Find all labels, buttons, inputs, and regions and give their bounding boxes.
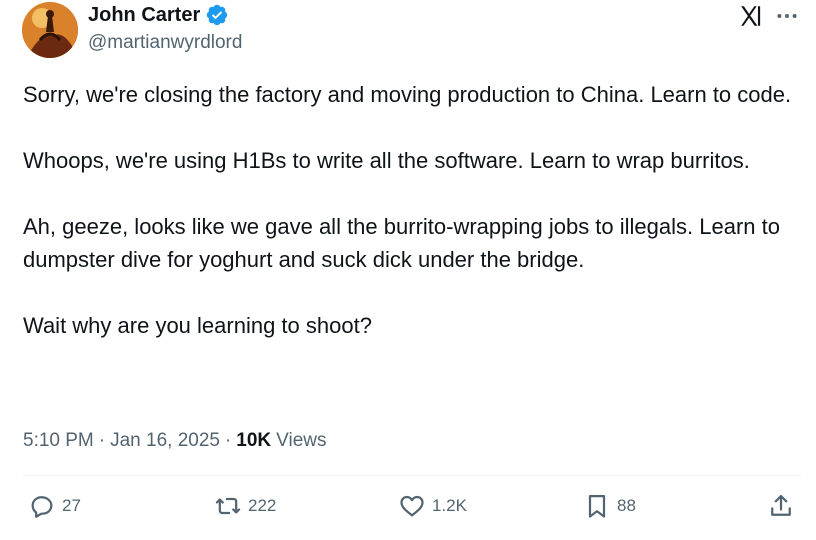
share-button[interactable] xyxy=(767,492,795,520)
avatar[interactable] xyxy=(22,2,78,58)
reply-icon xyxy=(31,496,53,518)
like-button[interactable]: 1.2K xyxy=(398,492,467,520)
tweet-time[interactable]: 5:10 PM xyxy=(23,430,94,452)
bookmark-count: 88 xyxy=(617,496,636,515)
like-count: 1.2K xyxy=(432,496,467,515)
author-handle[interactable]: @martianwyrdlord xyxy=(88,32,242,54)
tweet-date[interactable]: Jan 16, 2025 xyxy=(110,430,220,452)
action-bar: 27 222 1.2K 88 xyxy=(0,492,816,532)
reply-button[interactable]: 27 xyxy=(28,492,81,520)
bookmark-button[interactable]: 88 xyxy=(583,492,636,520)
tweet-text: Sorry, we're closing the factory and mov… xyxy=(23,78,813,342)
repost-icon xyxy=(215,497,241,515)
tweet-paragraph: Wait why are you learning to shoot? xyxy=(23,313,372,338)
views-label: Views xyxy=(276,430,327,451)
repost-count: 222 xyxy=(248,496,277,515)
repost-button[interactable]: 222 xyxy=(214,492,276,520)
meta-separator: · xyxy=(224,430,232,451)
divider xyxy=(23,475,801,476)
tweet-paragraph: Whoops, we're using H1Bs to write all th… xyxy=(23,148,750,173)
like-icon xyxy=(400,495,424,517)
verified-icon xyxy=(207,4,228,26)
author-name[interactable]: John Carter xyxy=(88,4,200,27)
tweet-paragraph: Ah, geeze, looks like we gave all the bu… xyxy=(23,214,780,272)
reply-count: 27 xyxy=(62,496,81,515)
tweet-paragraph: Sorry, we're closing the factory and mov… xyxy=(23,82,792,107)
tweet-meta: 5:10 PM · Jan 16, 2025 · 10K Views xyxy=(23,430,327,452)
author-name-row[interactable]: John Carter xyxy=(88,3,229,27)
more-icon[interactable] xyxy=(774,3,800,29)
share-icon xyxy=(771,494,791,516)
x-logo-icon[interactable] xyxy=(739,3,765,29)
bookmark-icon xyxy=(588,494,606,518)
views-count: 10K xyxy=(236,430,272,451)
meta-separator: · xyxy=(98,430,106,451)
